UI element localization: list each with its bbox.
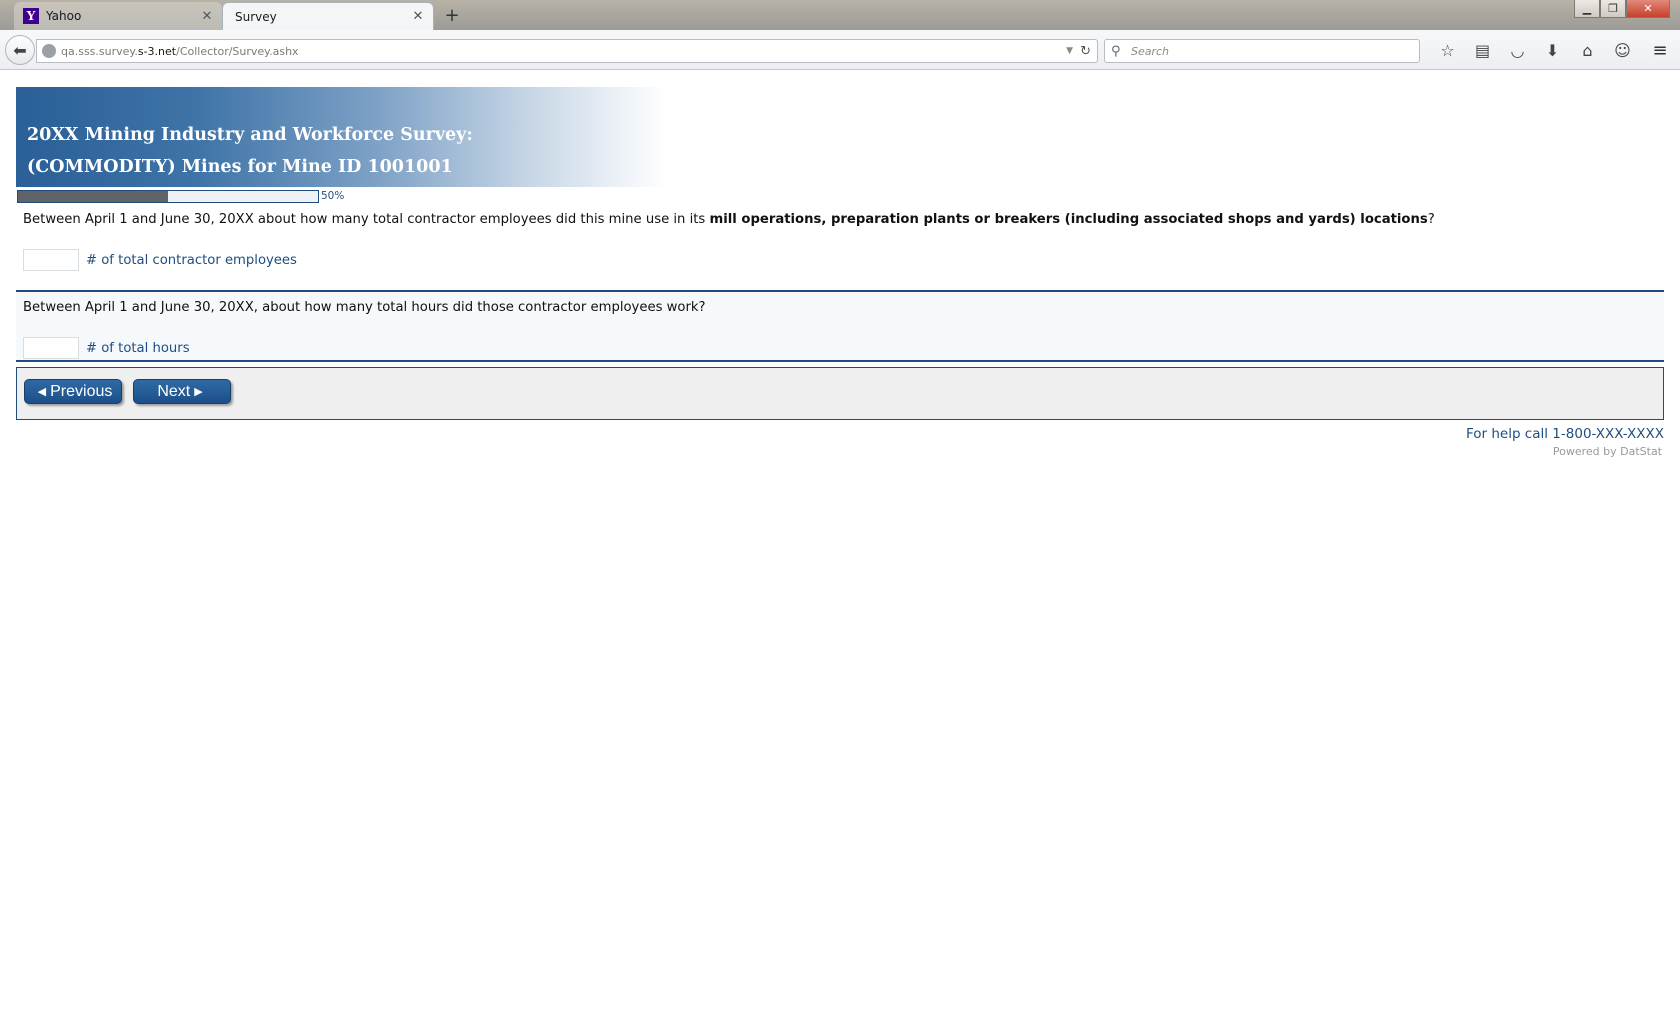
url-domain: s-3.net <box>137 44 177 58</box>
reload-icon[interactable]: ↻ <box>1080 44 1091 59</box>
search-icon: ⚲ <box>1111 43 1121 59</box>
left-triangle-icon: ◀ <box>37 386 47 398</box>
site-info-icon[interactable] <box>42 44 56 58</box>
answer-unit-label: # of total contractor employees <box>86 252 297 268</box>
browser-titlebar: Y Yahoo ✕ Survey ✕ + ▁ ❐ ✕ <box>0 0 1680 30</box>
bookmark-star-icon[interactable]: ☆ <box>1430 38 1465 64</box>
new-tab-plus-icon[interactable]: + <box>442 5 462 26</box>
answer-unit-label: # of total hours <box>86 340 190 356</box>
question-text-emphasis: mill operations, preparation plants or b… <box>709 212 1428 227</box>
yahoo-favicon-icon: Y <box>23 8 39 24</box>
help-phone-text: For help call 1-800-XXX-XXXX <box>1465 426 1664 442</box>
reading-list-icon[interactable]: ▤ <box>1465 38 1500 64</box>
search-placeholder: Search <box>1131 44 1170 58</box>
tab-survey[interactable]: Survey ✕ <box>222 2 434 30</box>
next-button-label: Next <box>157 382 191 400</box>
question-text-part: ? <box>1427 212 1435 227</box>
answer-row: # of total contractor employees <box>23 249 1656 285</box>
question-text: Between April 1 and June 30, 20XX, about… <box>23 300 706 315</box>
right-triangle-icon: ▶ <box>194 386 203 398</box>
previous-button[interactable]: ◀ Previous <box>24 379 122 404</box>
window-close-icon[interactable]: ✕ <box>1626 0 1670 18</box>
search-input[interactable]: ⚲ Search <box>1104 39 1420 63</box>
question-text: Between April 1 and June 30, 20XX about … <box>23 211 1656 229</box>
chat-icon[interactable]: ☺ <box>1605 38 1640 64</box>
browser-toolbar: ☆ ▤ ◡ ⬇ ⌂ ☺ <box>1430 38 1640 64</box>
tab-yahoo[interactable]: Y Yahoo ✕ <box>14 2 222 30</box>
window-controls: ▁ ❐ ✕ <box>1574 0 1670 18</box>
progress-bar: 50% <box>16 189 1664 204</box>
close-tab-icon[interactable]: ✕ <box>198 9 216 24</box>
browser-navbar: ⬅ qa.sss.survey. s-3.net/Collector/Survey… <box>0 30 1680 70</box>
contractor-employees-input[interactable] <box>23 249 79 271</box>
home-icon[interactable]: ⌂ <box>1570 38 1605 64</box>
url-history-dropdown-icon[interactable]: ▼ <box>1066 46 1073 56</box>
question-total-hours: Between April 1 and June 30, 20XX, about… <box>16 292 1664 362</box>
powered-by-text: Powered by DatStat <box>1552 445 1662 458</box>
survey-header-banner: 20XX Mining Industry and Workforce Surve… <box>16 87 666 187</box>
survey-page: 20XX Mining Industry and Workforce Surve… <box>16 87 1664 458</box>
pocket-icon[interactable]: ◡ <box>1500 38 1535 64</box>
question-contractor-employees: Between April 1 and June 30, 20XX about … <box>16 204 1664 292</box>
progress-track <box>17 190 319 203</box>
progress-fill <box>18 191 168 202</box>
tab-title: Yahoo <box>46 9 82 23</box>
survey-navigation: ◀ Previous Next ▶ <box>16 367 1664 420</box>
survey-title-line-2: (COMMODITY) Mines for Mine ID 1001001 <box>27 157 453 177</box>
minimize-icon[interactable]: ▁ <box>1574 0 1600 18</box>
previous-button-label: Previous <box>50 382 113 400</box>
survey-title-line-1: 20XX Mining Industry and Workforce Surve… <box>27 125 473 145</box>
download-icon[interactable]: ⬇ <box>1535 38 1570 64</box>
question-text-part: Between April 1 and June 30, 20XX about … <box>23 212 710 227</box>
total-hours-input[interactable] <box>23 337 79 359</box>
address-bar[interactable]: qa.sss.survey. s-3.net/Collector/Survey.a… <box>36 39 1098 63</box>
close-tab-icon[interactable]: ✕ <box>409 9 427 24</box>
tab-title: Survey <box>235 9 277 24</box>
url-path: /Collector/Survey.ashx <box>176 44 299 58</box>
back-arrow-icon[interactable]: ⬅ <box>5 35 35 65</box>
next-button[interactable]: Next ▶ <box>133 379 231 404</box>
hamburger-menu-icon[interactable]: ≡ <box>1648 38 1672 64</box>
restore-icon[interactable]: ❐ <box>1600 0 1626 18</box>
url-host: qa.sss.survey. <box>61 44 138 58</box>
progress-percent-label: 50% <box>321 190 345 202</box>
